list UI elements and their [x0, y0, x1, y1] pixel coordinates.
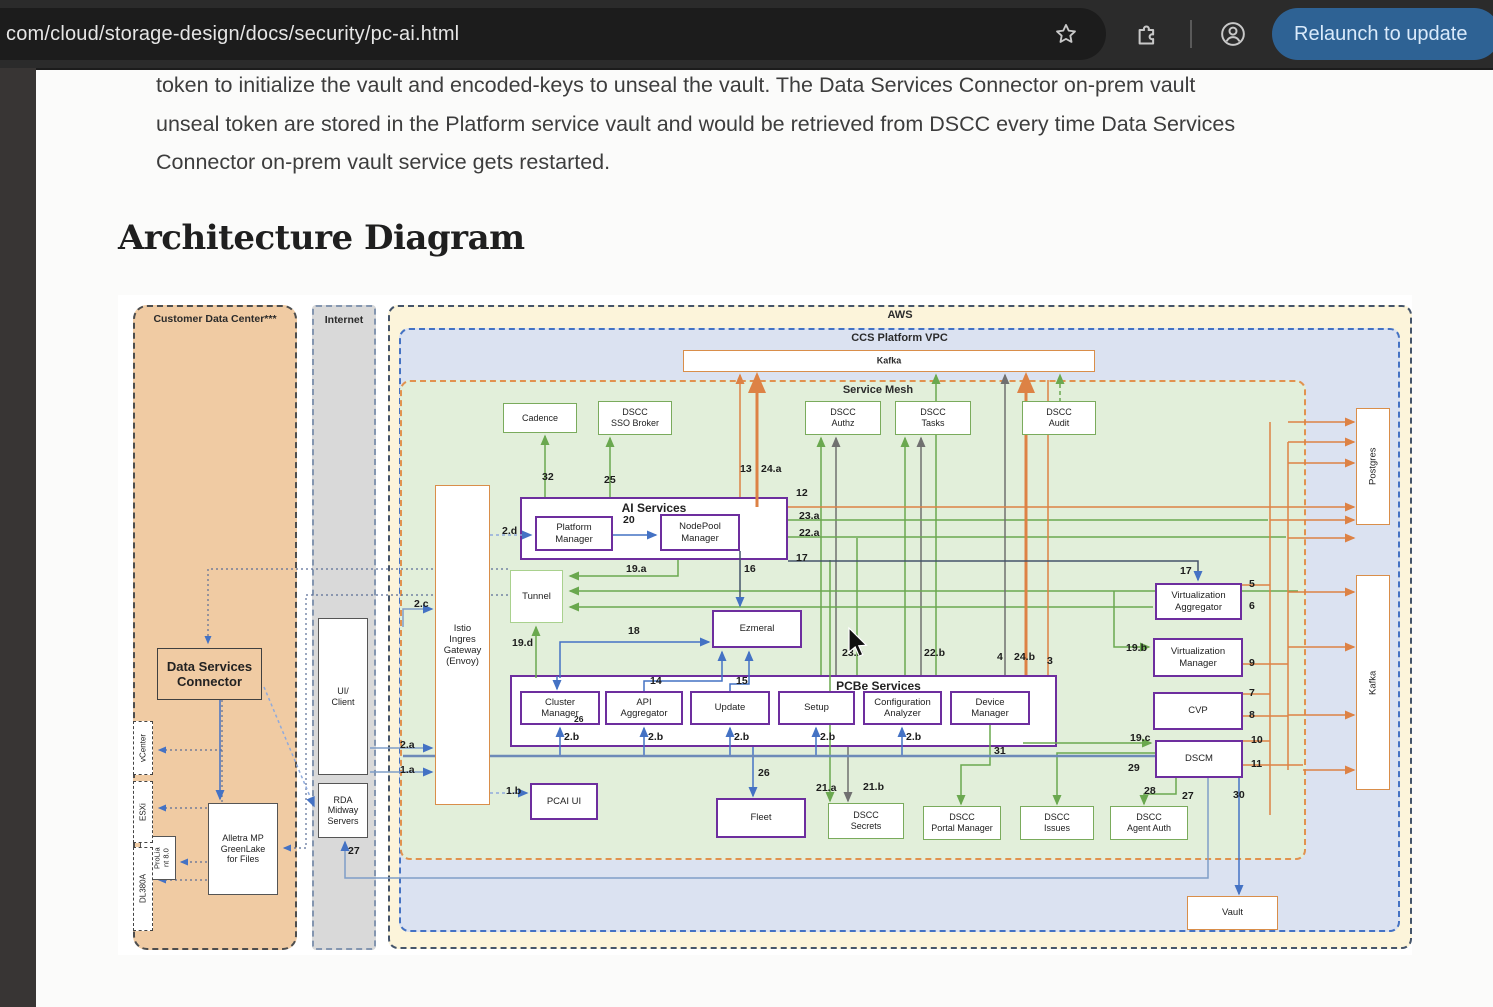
edge-label-27: 27 [348, 845, 360, 857]
edge-label-17: 17 [1180, 565, 1192, 577]
edge-label-22.a: 22.a [799, 527, 819, 539]
edge-label-5: 5 [1249, 578, 1255, 590]
edge-label-2.b: 2.b [564, 731, 579, 743]
edge-label-27: 27 [1182, 790, 1194, 802]
edge-label-19.c: 19.c [1130, 732, 1150, 744]
edge-label-21.a: 21.a [816, 782, 836, 794]
edge-label-14: 14 [650, 675, 662, 687]
screen: com/cloud/storage-design/docs/security/p… [0, 0, 1493, 1007]
edge-label-24.a: 24.a [761, 463, 781, 475]
edge-label-26: 26 [574, 714, 583, 724]
url-bar[interactable]: com/cloud/storage-design/docs/security/p… [0, 8, 1106, 60]
edge-label-19.b: 19.b [1126, 642, 1147, 654]
edge-label-19.d: 19.d [512, 637, 533, 649]
edge-label-2.c: 2.c [414, 598, 429, 610]
bookmark-star-icon[interactable] [1046, 14, 1086, 54]
edge-label-24.b: 24.b [1014, 651, 1035, 663]
edge-label-1.b: 1.b [506, 785, 521, 797]
edge-label-25: 25 [604, 474, 616, 486]
edge-label-2.d: 2.d [502, 525, 517, 537]
edge-label-22.b: 22.b [924, 647, 945, 659]
edge-label-26: 26 [758, 767, 770, 779]
edge-label-1.a: 1.a [400, 764, 415, 776]
edge-label-2.b: 2.b [648, 731, 663, 743]
edge-label-18: 18 [628, 625, 640, 637]
edge-label-9: 9 [1249, 657, 1255, 669]
edge-label-2.b: 2.b [906, 731, 921, 743]
url-text[interactable]: com/cloud/storage-design/docs/security/p… [6, 8, 459, 60]
body-paragraph: token to initialize the vault and encode… [156, 66, 1434, 182]
relaunch-label: Relaunch to update [1294, 23, 1467, 46]
edge-label-16: 16 [744, 563, 756, 575]
edge-label-21.b: 21.b [863, 781, 884, 793]
edge-label-12: 12 [796, 487, 808, 499]
edge-label-32: 32 [542, 471, 554, 483]
edge-label-30: 30 [1233, 789, 1245, 801]
edge-label-29: 29 [1128, 762, 1140, 774]
edge-label-2.b: 2.b [734, 731, 749, 743]
edge-label-20: 20 [623, 514, 635, 526]
left-dark-strip [0, 68, 36, 1007]
edge-label-11: 11 [1251, 758, 1262, 770]
edge-label-3: 3 [1047, 655, 1053, 667]
edge-label-19.a: 19.a [626, 563, 646, 575]
relaunch-button[interactable]: Relaunch to update [1272, 8, 1493, 60]
edge-label-17: 17 [796, 552, 808, 564]
browser-toolbar: com/cloud/storage-design/docs/security/p… [0, 0, 1493, 70]
toolbar-separator [1190, 20, 1192, 48]
edge-label-7: 7 [1249, 687, 1255, 699]
edge-label-6: 6 [1249, 600, 1255, 612]
edge-label-15: 15 [736, 675, 748, 687]
profile-icon[interactable] [1213, 14, 1253, 54]
edge-label-10: 10 [1251, 734, 1263, 746]
extensions-puzzle-icon[interactable] [1127, 14, 1167, 54]
diagram-edge-labels: 32 25 13 24.a 12 23.a 22.a 17 2.d 20 19.a 16 18 19.d 2… [118, 295, 1412, 955]
page-title: Architecture Diagram [118, 218, 525, 258]
edge-label-23.b: 23.b [842, 647, 863, 659]
edge-label-13: 13 [740, 463, 752, 475]
edge-label-23.a: 23.a [799, 510, 819, 522]
edge-label-2.b: 2.b [820, 731, 835, 743]
edge-label-28: 28 [1144, 785, 1156, 797]
architecture-diagram: Customer Data Center***InternetAWSCCS Pl… [118, 295, 1412, 955]
edge-label-31: 31 [994, 745, 1006, 757]
edge-label-8: 8 [1249, 709, 1255, 721]
edge-label-4: 4 [997, 651, 1003, 663]
edge-label-2.a: 2.a [400, 739, 415, 751]
